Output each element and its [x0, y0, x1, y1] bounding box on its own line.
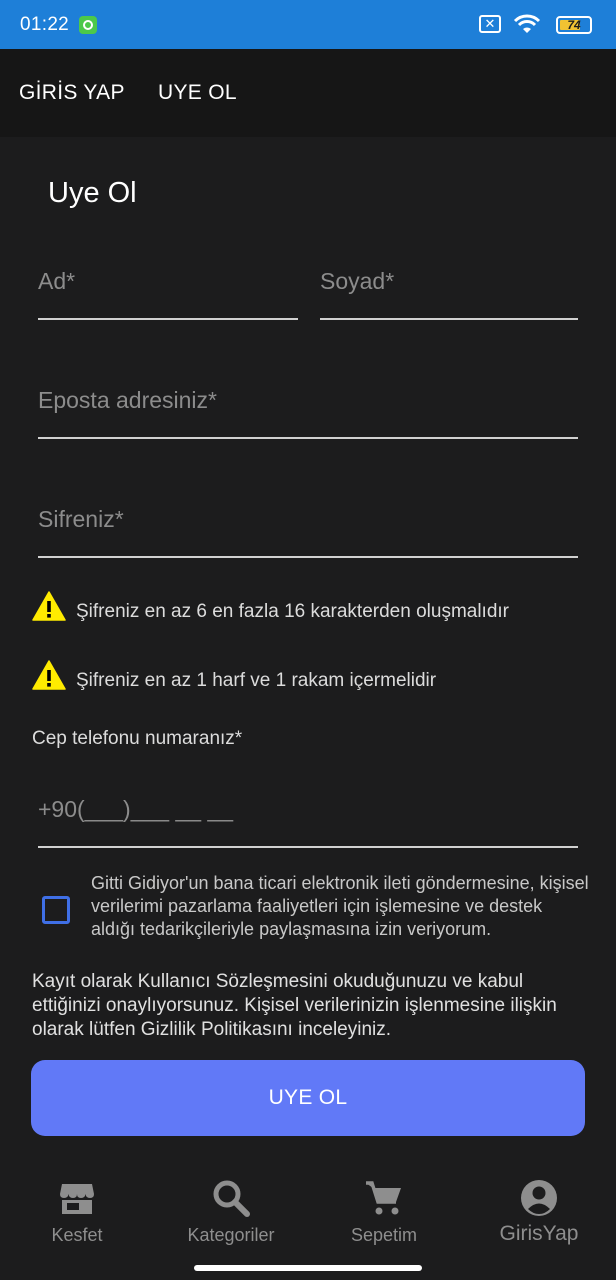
nav-label: Kesfet	[51, 1225, 103, 1245]
status-bar: 01:22 ✕ 74	[0, 0, 616, 49]
nav-item-kesfet[interactable]: Kesfet	[2, 1178, 152, 1246]
page-title: Uye Ol	[48, 177, 137, 209]
tab-login[interactable]: GİRİS YAP	[19, 81, 125, 105]
warning-text: Şifreniz en az 1 harf ve 1 rakam içermel…	[76, 670, 437, 691]
home-indicator[interactable]	[194, 1265, 422, 1271]
consent-text: Gitti Gidiyor'un bana ticari elektronik …	[91, 873, 589, 939]
phone-input[interactable]	[38, 796, 578, 823]
nav-item-kategoriler[interactable]: Kategoriler	[156, 1178, 306, 1246]
status-time: 01:22	[20, 14, 70, 35]
surname-input[interactable]	[320, 268, 578, 295]
wifi-icon	[513, 14, 541, 33]
warning-icon	[32, 660, 66, 690]
top-tabs: GİRİS YAP UYE OL	[0, 49, 616, 137]
battery-level: 74	[567, 18, 581, 32]
battery-icon: 74	[556, 16, 592, 34]
phone-field	[38, 788, 578, 848]
nav-item-girisyap[interactable]: GirisYap	[464, 1178, 614, 1246]
warning-text: Şifreniz en az 6 en fazla 16 karakterden…	[76, 601, 510, 622]
name-input[interactable]	[38, 268, 298, 295]
nav-item-sepetim[interactable]: Sepetim	[309, 1178, 459, 1246]
password-field	[38, 498, 578, 558]
nav-label: Kategoriler	[187, 1225, 275, 1245]
nav-label: GirisYap	[499, 1222, 579, 1245]
signup-button[interactable]: UYE OL	[31, 1060, 585, 1136]
store-icon	[60, 1184, 94, 1214]
app-notification-icon	[79, 16, 97, 34]
tab-signup[interactable]: UYE OL	[158, 81, 237, 105]
name-field	[38, 260, 298, 320]
phone-label: Cep telefonu numaranız*	[32, 728, 243, 749]
account-icon	[521, 1180, 557, 1216]
nav-label: Sepetim	[350, 1225, 418, 1245]
surname-field	[320, 260, 578, 320]
sim-off-icon: ✕	[479, 15, 501, 33]
password-input[interactable]	[38, 506, 578, 533]
warning-icon	[32, 591, 66, 621]
legal-text: Kayıt olarak Kullanıcı Sözleşmesini okud…	[32, 971, 557, 1040]
bottom-nav: Kesfet Kategoriler Sepetim GirisYap	[0, 1160, 616, 1280]
cart-icon	[366, 1181, 401, 1215]
search-icon	[213, 1180, 250, 1217]
email-input[interactable]	[38, 387, 578, 414]
email-field	[38, 379, 578, 439]
consent-checkbox[interactable]	[42, 896, 70, 924]
